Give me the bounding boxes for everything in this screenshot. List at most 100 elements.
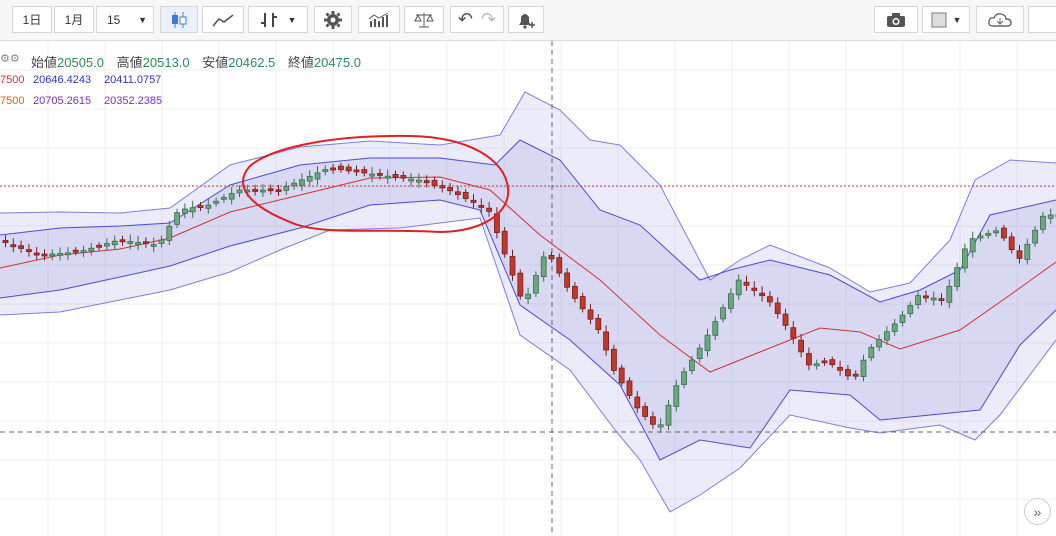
alert-button[interactable] bbox=[508, 6, 544, 33]
candle bbox=[392, 173, 399, 178]
candle bbox=[767, 296, 773, 303]
candle bbox=[845, 369, 851, 377]
compare-button[interactable] bbox=[404, 6, 444, 33]
indicators-icon bbox=[368, 12, 389, 27]
candle bbox=[509, 256, 516, 276]
interval-1m-label: 1月 bbox=[64, 13, 84, 27]
candle bbox=[462, 192, 469, 199]
candle bbox=[626, 380, 633, 396]
chevron-down-icon: ▼ bbox=[138, 14, 147, 25]
candle bbox=[1024, 243, 1031, 260]
line-chart-button[interactable] bbox=[202, 6, 244, 33]
candle bbox=[782, 313, 789, 326]
candle bbox=[829, 359, 836, 366]
menu-button[interactable] bbox=[1028, 6, 1056, 33]
interval-value: 15 bbox=[107, 12, 121, 27]
balance-icon bbox=[414, 12, 434, 27]
chart-type-select[interactable]: ▼ bbox=[248, 6, 308, 33]
candle bbox=[1032, 229, 1038, 244]
interval-1d-button[interactable]: 1日 bbox=[12, 6, 52, 33]
close-label: 終値 bbox=[287, 55, 314, 70]
candle bbox=[884, 331, 890, 341]
toolbar: 1日 1月 15 ▼ ▼ ↶ ↷ ▼ bbox=[0, 0, 1056, 41]
candle bbox=[369, 173, 376, 177]
candle bbox=[236, 189, 243, 194]
candle bbox=[938, 298, 945, 302]
candle bbox=[954, 267, 960, 287]
candle bbox=[431, 179, 438, 186]
candle bbox=[930, 297, 937, 301]
interval-1m-button[interactable]: 1月 bbox=[54, 6, 94, 33]
candle bbox=[408, 178, 415, 182]
candles-button[interactable] bbox=[160, 6, 198, 33]
candle bbox=[891, 323, 898, 332]
candle bbox=[860, 359, 867, 377]
candle bbox=[1040, 215, 1046, 230]
candle bbox=[821, 360, 828, 364]
candle bbox=[1001, 227, 1007, 239]
low-label: 安値 bbox=[202, 55, 229, 70]
candle bbox=[946, 285, 953, 303]
bb2-lower: 20352.2385 bbox=[104, 95, 163, 107]
candle bbox=[88, 247, 95, 252]
bb1-upper: 20646.4243 bbox=[33, 74, 92, 86]
candle bbox=[696, 347, 703, 359]
legend-options-icon[interactable]: ⚙⚙ bbox=[0, 52, 20, 65]
candle bbox=[111, 240, 118, 246]
interval-1d-label: 1日 bbox=[22, 13, 42, 27]
candle bbox=[969, 238, 976, 253]
interval-select[interactable]: 15 ▼ bbox=[96, 6, 154, 33]
chart-canvas[interactable] bbox=[0, 41, 1056, 536]
candle bbox=[80, 250, 87, 253]
candle bbox=[423, 180, 430, 184]
candle bbox=[181, 208, 188, 214]
candle bbox=[923, 295, 929, 299]
candle bbox=[735, 279, 742, 296]
candle bbox=[603, 331, 609, 351]
candle bbox=[259, 189, 266, 193]
candle bbox=[486, 207, 493, 212]
candle bbox=[743, 281, 750, 286]
candle bbox=[977, 235, 984, 239]
candle bbox=[65, 252, 71, 256]
alert-bell-icon bbox=[519, 13, 535, 29]
candle bbox=[634, 396, 641, 409]
expand-button[interactable]: » bbox=[1024, 498, 1051, 525]
candle bbox=[533, 275, 539, 294]
chevron-down-icon: ▼ bbox=[952, 14, 962, 25]
candle bbox=[252, 189, 259, 192]
high-value: 20513.0 bbox=[142, 55, 190, 70]
candle bbox=[704, 334, 711, 352]
candle bbox=[876, 339, 882, 348]
gear-icon bbox=[324, 10, 342, 29]
undo-icon[interactable]: ↶ bbox=[458, 9, 473, 30]
candle bbox=[314, 172, 321, 180]
candle bbox=[267, 188, 274, 192]
candle bbox=[728, 293, 734, 309]
candle bbox=[618, 367, 625, 384]
candle bbox=[525, 293, 531, 299]
candle bbox=[837, 366, 843, 371]
redo-icon[interactable]: ↷ bbox=[481, 9, 496, 30]
camera-icon bbox=[887, 12, 905, 27]
indicators-button[interactable] bbox=[358, 6, 400, 33]
screenshot-button[interactable] bbox=[874, 6, 918, 33]
color-select[interactable]: ▼ bbox=[922, 6, 970, 33]
cloud-icon bbox=[988, 12, 1012, 27]
candle bbox=[650, 416, 656, 425]
candle bbox=[478, 205, 485, 208]
chevron-down-icon: ▼ bbox=[287, 14, 297, 25]
candle bbox=[41, 253, 48, 257]
line-chart-icon bbox=[212, 13, 234, 27]
open-value: 20505.0 bbox=[57, 55, 105, 70]
candle bbox=[899, 314, 906, 323]
cloud-save-button[interactable] bbox=[976, 6, 1024, 33]
candle bbox=[96, 244, 102, 248]
candle bbox=[400, 175, 407, 179]
candle bbox=[447, 187, 454, 192]
candle bbox=[189, 207, 196, 213]
candle bbox=[142, 241, 149, 245]
candle bbox=[611, 348, 617, 371]
candle bbox=[665, 404, 672, 426]
settings-button[interactable] bbox=[314, 6, 352, 33]
